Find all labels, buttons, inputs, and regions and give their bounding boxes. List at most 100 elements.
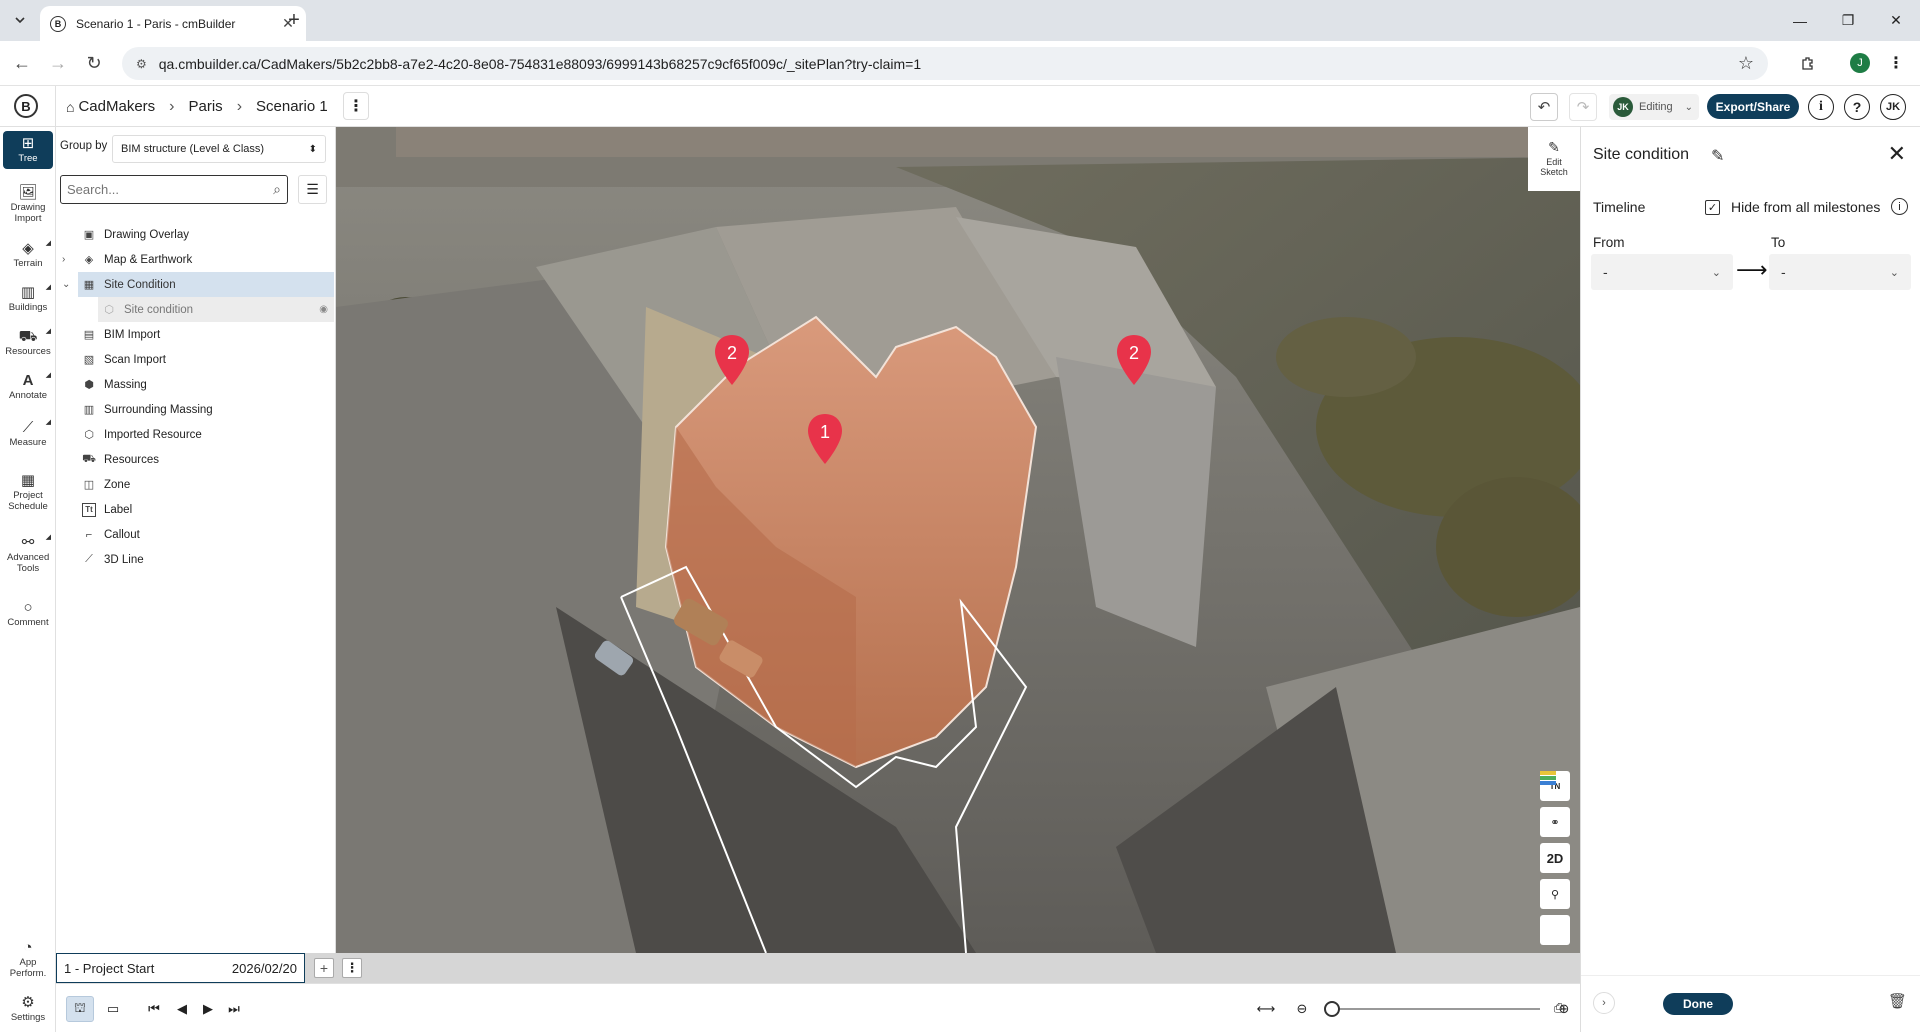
chevron-down-icon[interactable]: ⌄ [62, 279, 70, 290]
redo-button[interactable]: ↷ [1569, 93, 1597, 121]
breadcrumb-project[interactable]: Paris [189, 98, 223, 115]
zoom-slider-thumb[interactable] [1324, 1001, 1340, 1017]
info-icon[interactable]: i [1808, 94, 1834, 120]
tool-tree[interactable]: ⊞ Tree [3, 131, 53, 169]
tool-project-schedule[interactable]: ▦ Project Schedule [3, 472, 53, 513]
tool-advanced-tools[interactable]: ◢ ⚯ Advanced Tools [3, 534, 53, 575]
group-by-select[interactable]: BIM structure (Level & Class) ⬍ [112, 135, 326, 163]
skip-start-icon[interactable]: ⏮ [140, 996, 168, 1022]
browser-menu-icon[interactable]: ⋮ [1884, 51, 1908, 75]
tab-search-button[interactable] [8, 8, 32, 32]
tool-app-performance[interactable]: ◔ App Perform. [3, 939, 53, 980]
trash-icon[interactable]: 🗑 [1888, 992, 1907, 1010]
expand-panel-icon[interactable]: › [1593, 992, 1615, 1014]
tree-item-massing[interactable]: ⬢ Massing [56, 372, 336, 397]
skip-end-icon[interactable]: ⏭ [220, 996, 248, 1022]
3d-viewport[interactable]: 2 1 2 ✎ Edit Sketch TN ⚭ 2D ⚲ [336, 127, 1580, 953]
restore-icon[interactable]: ❐ [1824, 0, 1872, 41]
tool-annotate[interactable]: ◢ A Annotate [3, 372, 53, 402]
search-icon: ⌕ [273, 181, 281, 197]
marker-pin[interactable]: 2 [1117, 335, 1151, 385]
breadcrumb-more-button[interactable]: ⋮ [343, 92, 369, 120]
2d-toggle-button[interactable]: 2D [1540, 843, 1570, 873]
tree-item-surrounding-massing[interactable]: ▥ Surrounding Massing [56, 397, 336, 422]
group-by-label: Group by [60, 140, 108, 152]
done-button[interactable]: Done [1663, 993, 1733, 1015]
zoom-slider[interactable] [1332, 1008, 1540, 1010]
tree-item-drawing-overlay[interactable]: ▣ Drawing Overlay [56, 222, 336, 247]
close-panel-icon[interactable]: ✕ [1888, 141, 1906, 167]
tree-item-bim-import[interactable]: ▤ BIM Import [56, 322, 336, 347]
tool-settings[interactable]: ⚙ Settings [3, 994, 53, 1024]
edit-title-icon[interactable]: ✎ [1711, 146, 1724, 166]
editing-mode-dropdown[interactable]: JK Editing ⌄ [1609, 94, 1699, 120]
crane-view-button[interactable]: ⛫ [66, 996, 94, 1022]
tool-terrain[interactable]: ◢ ◈ Terrain [3, 240, 53, 270]
new-tab-button[interactable]: + [282, 8, 306, 32]
step-back-icon[interactable]: ◀ [168, 996, 196, 1022]
from-select[interactable]: - ⌄ [1591, 254, 1733, 290]
close-window-icon[interactable]: ✕ [1872, 0, 1920, 41]
tree-item-imported-resource[interactable]: ⬡ Imported Resource [56, 422, 336, 447]
app-logo[interactable]: B [14, 94, 38, 118]
tree-item-site-condition[interactable]: ⬡ Site condition ◉ [98, 297, 334, 322]
info-icon[interactable]: i [1891, 198, 1908, 215]
bookmark-star-icon[interactable]: ☆ [1738, 53, 1754, 74]
tree-item-label[interactable]: Tt Label [56, 497, 336, 522]
zoom-out-icon[interactable]: ⊖ [1288, 996, 1316, 1022]
fit-width-icon[interactable]: ⟷ [1252, 996, 1280, 1022]
help-icon[interactable]: ? [1844, 94, 1870, 120]
back-icon[interactable]: ← [10, 51, 34, 75]
breadcrumb-scenario[interactable]: Scenario 1 [256, 98, 328, 115]
home-icon[interactable]: ⌂ [66, 99, 74, 115]
user-avatar[interactable]: JK [1880, 94, 1906, 120]
tree-item-site-condition-group[interactable]: ⌄ ▦ Site Condition [62, 272, 334, 297]
search-input[interactable] [67, 182, 257, 197]
milestone-item[interactable]: 1 - Project Start 2026/02/20 [56, 953, 305, 983]
legend-button[interactable] [1540, 771, 1570, 945]
tree-item-map-earthwork[interactable]: › ◈ Map & Earthwork [56, 247, 336, 272]
undo-button[interactable]: ↶ [1530, 93, 1558, 121]
tree-item-scan-import[interactable]: ▧ Scan Import [56, 347, 336, 372]
tool-buildings[interactable]: ◢ ▥ Buildings [3, 284, 53, 314]
tree-list: ▣ Drawing Overlay › ◈ Map & Earthwork ⌄ … [56, 222, 336, 572]
extensions-icon[interactable] [1796, 51, 1820, 75]
minimize-icon[interactable]: — [1776, 0, 1824, 41]
tree-item-callout[interactable]: ⌐ Callout [56, 522, 336, 547]
marker-pin[interactable]: 1 [808, 414, 842, 464]
screenshot-icon[interactable]: ⎙ [1545, 995, 1573, 1021]
scene-render [336, 127, 1580, 953]
pin-icon[interactable]: ⚲ [1540, 879, 1570, 909]
presentation-button[interactable]: ▭ [99, 996, 127, 1022]
chevron-right-icon[interactable]: › [62, 254, 65, 265]
to-select[interactable]: - ⌄ [1769, 254, 1911, 290]
milestone-more-button[interactable]: ⋮ [342, 958, 362, 978]
tree-search[interactable]: ⌕ [60, 175, 288, 204]
tool-measure[interactable]: ◢ ⟋ Measure [3, 419, 53, 449]
profile-avatar[interactable]: J [1848, 51, 1872, 75]
hide-milestones-checkbox[interactable]: ✓ [1705, 200, 1720, 215]
url-field[interactable]: ⚙ qa.cmbuilder.ca/CadMakers/5b2c2bb8-a7e… [122, 47, 1768, 80]
reload-icon[interactable]: ↻ [82, 51, 106, 75]
visibility-icon[interactable]: ◉ [319, 304, 328, 315]
tree-item-3d-line[interactable]: ⟋ 3D Line [56, 547, 336, 572]
tree-item-zone[interactable]: ◫ Zone [56, 472, 336, 497]
play-icon[interactable]: ▶ [194, 996, 222, 1022]
tree-filter-button[interactable]: ☰ [298, 175, 327, 204]
site-condition-icon: ▦ [83, 279, 95, 291]
breadcrumb-org[interactable]: CadMakers [78, 98, 155, 115]
add-milestone-button[interactable]: + [314, 958, 334, 978]
favicon-icon: B [50, 15, 66, 32]
panel-title: Site condition [1593, 146, 1690, 163]
browser-tab[interactable]: B Scenario 1 - Paris - cmBuilder ✕ [40, 6, 306, 41]
export-share-button[interactable]: Export/Share [1707, 94, 1799, 119]
site-info-icon[interactable]: ⚙ [136, 57, 147, 71]
layers-icon[interactable]: ⚭ [1540, 807, 1570, 837]
tool-resources[interactable]: ◢ ⛟ Resources [3, 328, 53, 358]
tool-comment[interactable]: ○ Comment [3, 599, 53, 629]
forward-icon[interactable]: → [46, 51, 70, 75]
tree-item-resources[interactable]: ⛟ Resources [56, 447, 336, 472]
edit-sketch-button[interactable]: ✎ Edit Sketch [1528, 127, 1580, 191]
marker-pin[interactable]: 2 [715, 335, 749, 385]
tool-drawing-import[interactable]: 🖼 Drawing Import [3, 184, 53, 225]
